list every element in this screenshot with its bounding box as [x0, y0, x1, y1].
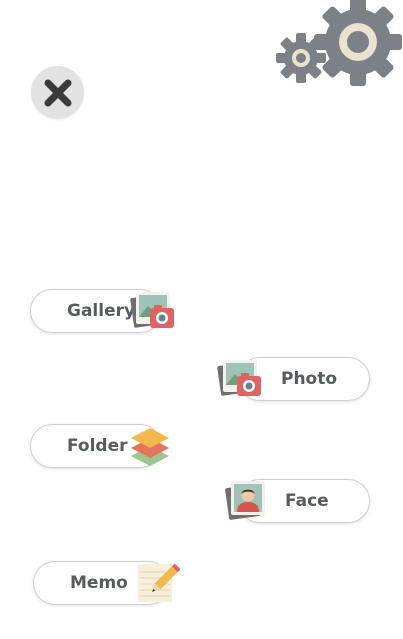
face-label: Face: [285, 491, 329, 511]
gallery-label: Gallery: [67, 301, 136, 321]
folder-label: Folder: [67, 436, 128, 456]
gallery-photo-icon: [130, 292, 174, 328]
memo-label: Memo: [70, 573, 128, 593]
layers-icon: [131, 428, 169, 466]
memo-pencil-icon: [138, 563, 180, 602]
close-icon: [44, 79, 71, 106]
photo-label: Photo: [281, 369, 338, 389]
close-button[interactable]: [31, 66, 84, 119]
settings-gears-icon[interactable]: [276, 0, 403, 90]
portrait-icon: [225, 481, 265, 520]
camera-photo-icon: [217, 360, 261, 396]
